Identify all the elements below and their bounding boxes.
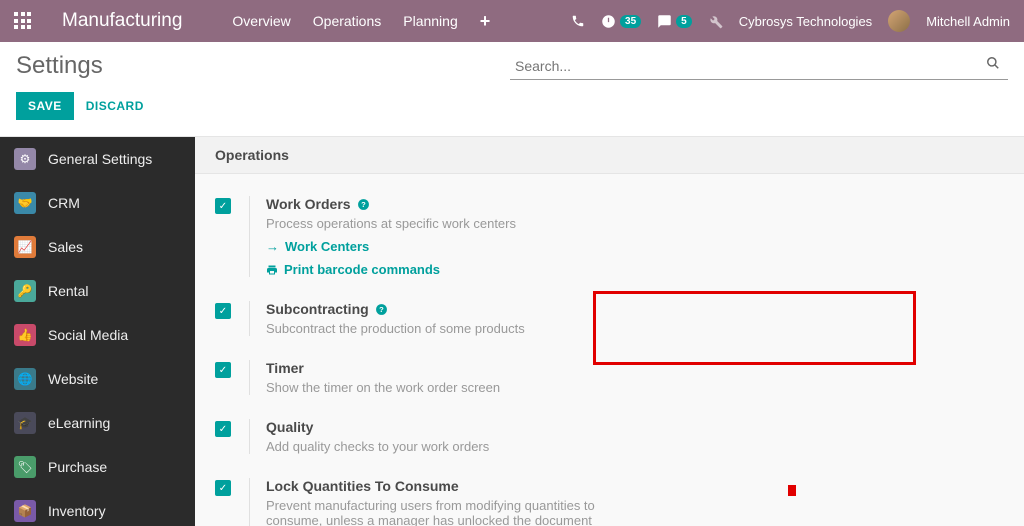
search-container xyxy=(510,53,1008,80)
body-area: ⚙ General Settings 🤝 CRM 📈 Sales 🔑 Renta… xyxy=(0,137,1024,526)
box-icon: 📦 xyxy=(14,500,36,522)
messages-icon[interactable]: 5 xyxy=(657,14,692,29)
chart-icon: 📈 xyxy=(14,236,36,258)
setting-desc: Add quality checks to your work orders xyxy=(266,439,489,454)
nav-new-icon[interactable]: + xyxy=(480,11,491,32)
setting-title: Work Orders xyxy=(266,196,351,212)
handshake-icon: 🤝 xyxy=(14,192,36,214)
setting-lock-quantities: ✓ Lock Quantities To Consume Prevent man… xyxy=(215,466,615,526)
app-brand[interactable]: Manufacturing xyxy=(62,10,182,32)
checkbox-timer[interactable]: ✓ xyxy=(215,362,231,378)
sidebar-item-label: CRM xyxy=(48,195,80,211)
arrow-right-icon: → xyxy=(266,239,279,254)
sidebar-item-label: Website xyxy=(48,371,98,387)
setting-quality: ✓ Quality Add quality checks to your wor… xyxy=(215,407,615,466)
tag-icon: 🏷 xyxy=(14,456,36,478)
phone-icon[interactable] xyxy=(571,14,585,28)
setting-desc: Show the timer on the work order screen xyxy=(266,380,500,395)
setting-title: Timer xyxy=(266,360,304,376)
search-icon[interactable] xyxy=(986,56,1000,70)
settings-quick-icon[interactable] xyxy=(708,14,723,29)
setting-work-orders: ✓ Work Orders ? Process operations at sp… xyxy=(215,184,615,289)
gear-icon: ⚙ xyxy=(14,148,36,170)
sidebar-item-label: Social Media xyxy=(48,327,128,343)
user-name[interactable]: Mitchell Admin xyxy=(926,14,1010,29)
page-title: Settings xyxy=(16,52,103,80)
link-print-barcode[interactable]: Print barcode commands xyxy=(266,262,516,277)
search-input[interactable] xyxy=(510,53,1008,80)
print-icon xyxy=(266,264,278,276)
action-bar: SAVE DISCARD xyxy=(0,84,1024,137)
setting-timer: ✓ Timer Show the timer on the work order… xyxy=(215,348,615,407)
setting-subcontracting: ✓ Subcontracting ? Subcontract the produ… xyxy=(215,289,615,348)
messages-badge: 5 xyxy=(676,15,692,28)
sidebar-item-rental[interactable]: 🔑 Rental xyxy=(0,269,195,313)
setting-desc: Prevent manufacturing users from modifyi… xyxy=(266,498,605,526)
nav-operations[interactable]: Operations xyxy=(313,13,381,29)
sidebar-item-label: Inventory xyxy=(48,503,106,519)
link-work-centers[interactable]: → Work Centers xyxy=(266,239,516,254)
cursor-annotation xyxy=(788,485,796,496)
help-icon[interactable]: ? xyxy=(375,303,388,316)
sidebar-item-crm[interactable]: 🤝 CRM xyxy=(0,181,195,225)
checkbox-work-orders[interactable]: ✓ xyxy=(215,198,231,214)
svg-text:?: ? xyxy=(361,200,366,209)
settings-grid: ✓ Work Orders ? Process operations at sp… xyxy=(195,174,1024,526)
nav-overview[interactable]: Overview xyxy=(232,13,290,29)
setting-title: Subcontracting xyxy=(266,301,369,317)
activities-icon[interactable]: 35 xyxy=(601,14,641,29)
help-icon[interactable]: ? xyxy=(357,198,370,211)
checkbox-subcontracting[interactable]: ✓ xyxy=(215,303,231,319)
sidebar-item-label: eLearning xyxy=(48,415,110,431)
graduation-icon: 🎓 xyxy=(14,412,36,434)
nav-planning[interactable]: Planning xyxy=(403,13,458,29)
setting-title: Lock Quantities To Consume xyxy=(266,478,459,494)
sidebar-item-inventory[interactable]: 📦 Inventory xyxy=(0,489,195,526)
globe-icon: 🌐 xyxy=(14,368,36,390)
svg-text:?: ? xyxy=(379,305,384,314)
discard-button[interactable]: DISCARD xyxy=(86,99,144,113)
save-button[interactable]: SAVE xyxy=(16,92,74,120)
sidebar-item-purchase[interactable]: 🏷 Purchase xyxy=(0,445,195,489)
top-navbar: Manufacturing Overview Operations Planni… xyxy=(0,0,1024,42)
checkbox-lock-quantities[interactable]: ✓ xyxy=(215,480,231,496)
setting-desc: Process operations at specific work cent… xyxy=(266,216,516,231)
sidebar-item-label: Rental xyxy=(48,283,88,299)
sidebar-item-website[interactable]: 🌐 Website xyxy=(0,357,195,401)
company-name[interactable]: Cybrosys Technologies xyxy=(739,14,872,29)
sidebar-item-elearning[interactable]: 🎓 eLearning xyxy=(0,401,195,445)
activities-badge: 35 xyxy=(620,15,641,28)
apps-grid-icon[interactable] xyxy=(14,12,32,30)
thumbs-up-icon: 👍 xyxy=(14,324,36,346)
user-avatar[interactable] xyxy=(888,10,910,32)
setting-desc: Subcontract the production of some produ… xyxy=(266,321,525,336)
sidebar-item-label: General Settings xyxy=(48,151,152,167)
section-header-operations: Operations xyxy=(195,137,1024,174)
control-panel: Settings xyxy=(0,42,1024,84)
topbar-right: 35 5 Cybrosys Technologies Mitchell Admi… xyxy=(571,10,1010,32)
sidebar-item-label: Sales xyxy=(48,239,83,255)
sidebar-item-general-settings[interactable]: ⚙ General Settings xyxy=(0,137,195,181)
sidebar-item-sales[interactable]: 📈 Sales xyxy=(0,225,195,269)
sidebar-item-social-media[interactable]: 👍 Social Media xyxy=(0,313,195,357)
sidebar-item-label: Purchase xyxy=(48,459,107,475)
setting-title: Quality xyxy=(266,419,313,435)
key-icon: 🔑 xyxy=(14,280,36,302)
settings-sidebar: ⚙ General Settings 🤝 CRM 📈 Sales 🔑 Renta… xyxy=(0,137,195,526)
settings-content: Operations ✓ Work Orders ? Process opera… xyxy=(195,137,1024,526)
checkbox-quality[interactable]: ✓ xyxy=(215,421,231,437)
